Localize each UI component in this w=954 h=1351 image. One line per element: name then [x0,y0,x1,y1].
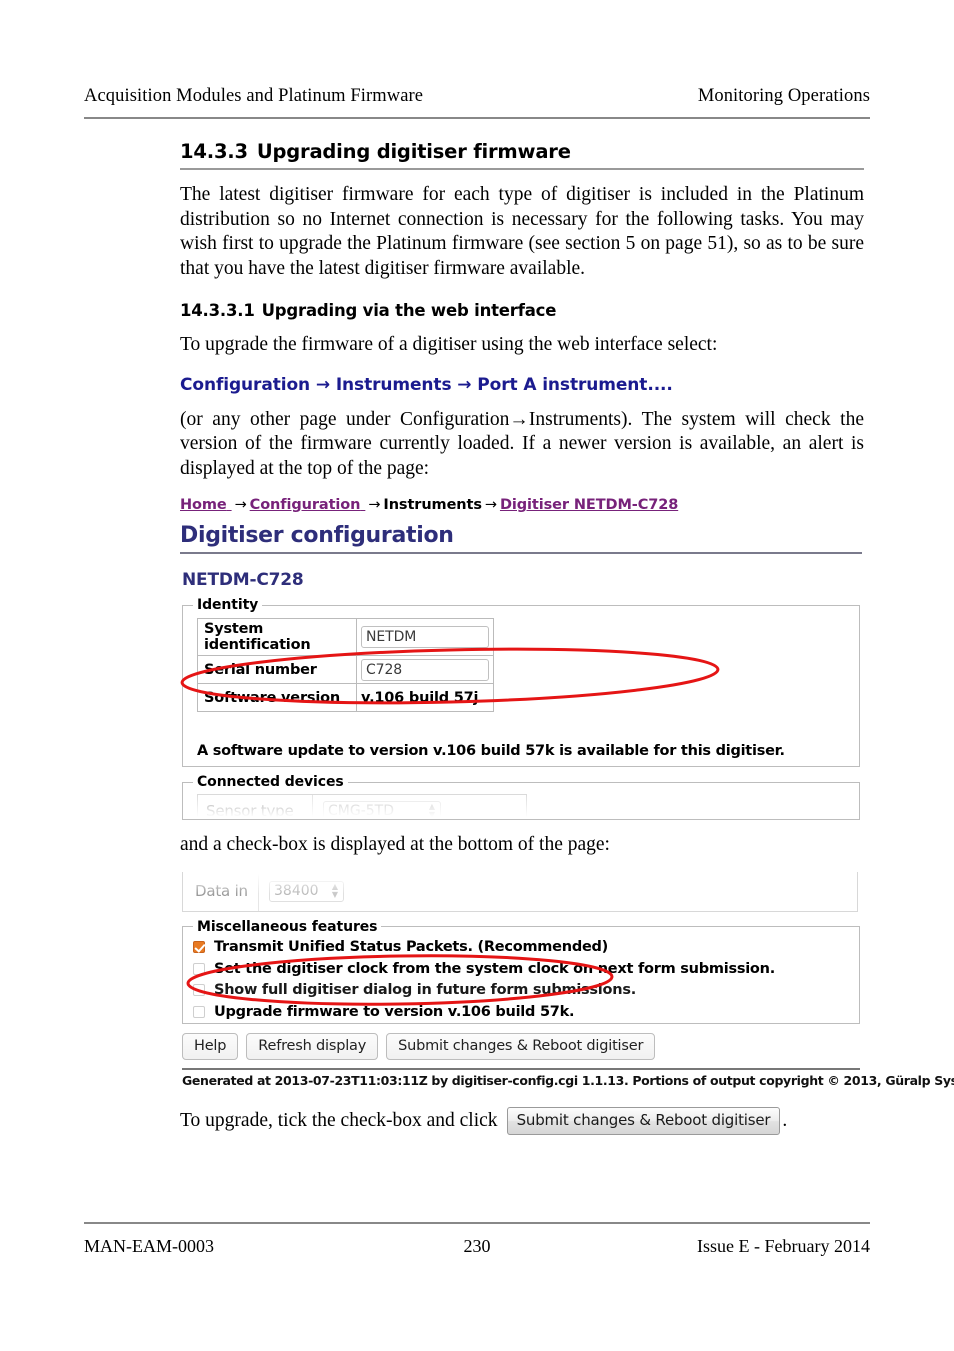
list-item[interactable]: Transmit Unified Status Packets. (Recomm… [193,937,859,959]
page-header-left: Acquisition Modules and Platinum Firmwar… [84,86,424,106]
list-item[interactable]: Set the digitiser clock from the system … [193,958,859,980]
section-intro-paragraph: The latest digitiser firmware for each t… [180,184,864,279]
system-identification-input[interactable]: NETDM [361,626,489,648]
breadcrumb: Home → Configuration → Instruments → Digitis… [180,497,864,513]
page-header: Acquisition Modules and Platinum Firmwar… [84,86,870,107]
section-heading: 14.3.3 Upgrading digitiser firmware [180,140,864,170]
page-content: 14.3.3 Upgrading digitiser firmware The l… [180,140,954,1135]
checkbox-label: Upgrade firmware to version v.106 build … [214,1003,575,1020]
identity-fieldset: Identity System identification NETDM Ser… [182,597,860,767]
table-row: Software version v.106 build 57j [197,683,494,712]
final-paragraph-text-before: To upgrade, tick the check-box and click [180,1109,498,1131]
misc-features-legend: Miscellaneous features [197,918,378,935]
section-number: 14.3.3 [180,140,248,163]
breadcrumb-link-digitiser[interactable]: Digitiser NETDM-C728 [500,497,678,513]
sensor-type-select[interactable]: CMG-5TD ▲ ▼ [323,800,441,819]
checkbox-label: Show full digitiser dialog in future for… [214,982,636,999]
spinner-icon: ▲ ▼ [428,801,436,819]
checkbox-show-full-dialog[interactable] [193,984,205,997]
misc-features-fieldset: Miscellaneous features Transmit Unified … [182,918,860,1024]
subsection-number: 14.3.3.1 [180,301,255,320]
sensor-type-label: Sensor type [198,795,313,819]
spinner-icon: ▲ ▼ [331,882,339,899]
subsection-heading: 14.3.3.1 Upgrading via the web interface [180,301,864,320]
data-in-row: Data in 38400 ▲ ▼ [182,871,858,912]
checkbox-label: Set the digitiser clock from the system … [214,960,775,977]
identity-legend: Identity [197,597,259,613]
connected-devices-legend: Connected devices [197,774,344,790]
subsection-after-paragraph: (or any other page under Configuration→I… [180,408,864,479]
misc-features-checkbox-list: Transmit Unified Status Packets. (Recomm… [193,937,859,1023]
checkbox-set-digitiser-clock[interactable] [193,962,205,975]
checkbox-upgrade-firmware[interactable] [193,1005,205,1018]
generated-line: Generated at 2013-07-23T11:03:11Z by dig… [182,1072,954,1088]
subsection-lead-paragraph: To upgrade the firmware of a digitiser u… [180,334,718,355]
submit-changes-reboot-button[interactable]: Submit changes & Reboot digitiser [386,1032,656,1060]
form-button-row: Help Refresh display Submit changes & Re… [182,1032,864,1060]
list-item[interactable]: Upgrade firmware to version v.106 build … [193,1001,859,1023]
identity-value-cell: C728 [356,655,494,684]
sensor-type-value: CMG-5TD [328,802,394,819]
identity-label-system-identification: System identification [197,618,357,656]
navigation-path: Configuration → Instruments → Port A ins… [180,374,673,395]
identity-value-cell: v.106 build 57j [356,683,494,712]
section-title: Upgrading digitiser firmware [256,140,571,163]
software-update-alert: A software update to version v.106 build… [197,743,785,759]
page-footer-rule [84,1222,870,1224]
page-header-rule [84,117,870,119]
breadcrumb-item-instruments: Instruments [383,497,482,513]
serial-number-input[interactable]: C728 [361,658,489,681]
subsection-title: Upgrading via the web interface [261,301,557,320]
list-item[interactable]: Show full digitiser dialog in future for… [193,980,859,1002]
software-version-value: v.106 build 57j [361,689,479,706]
page-header-right: Monitoring Operations [697,86,870,106]
identity-table: System identification NETDM Serial numbe… [197,618,494,712]
table-row: Serial number C728 [197,655,494,684]
table-row: System identification NETDM [197,618,494,656]
inline-submit-button[interactable]: Submit changes & Reboot digitiser [506,1106,781,1135]
data-in-value: 38400 [274,883,319,899]
final-paragraph-text-after: . [782,1109,788,1131]
identity-label-software-version: Software version [197,683,357,712]
breadcrumb-link-home[interactable]: Home [180,497,227,513]
issue-date: Issue E - February 2014 [697,1236,870,1256]
identity-value-cell: NETDM [356,618,494,656]
screenshot-digitiser-config-top: Home → Configuration → Instruments → Digitis… [180,497,864,820]
webpage-title: Digitiser configuration [180,523,862,554]
breadcrumb-link-configuration[interactable]: Configuration [250,497,361,513]
breadcrumb-separator: → [234,497,247,513]
breadcrumb-separator: → [484,497,497,513]
help-button[interactable]: Help [182,1032,239,1060]
webpage-model-heading: NETDM-C728 [182,570,304,590]
refresh-display-button[interactable]: Refresh display [246,1032,379,1060]
connected-devices-fieldset: Connected devices Sensor type CMG-5TD ▲ ▼ [182,774,860,820]
checkbox-label: Transmit Unified Status Packets. (Recomm… [214,939,609,956]
subsection-mid-paragraph: and a check-box is displayed at the bott… [180,834,610,855]
identity-label-serial-number: Serial number [197,655,357,684]
screenshot-digitiser-config-bottom: Data in 38400 ▲ ▼ Miscellaneous features … [180,871,954,1088]
breadcrumb-separator: → [368,497,381,513]
data-in-select[interactable]: 38400 ▲ ▼ [269,880,344,902]
final-paragraph: To upgrade, tick the check-box and click… [180,1106,864,1135]
checkbox-transmit-status-packets[interactable] [193,941,205,954]
data-in-label: Data in [183,871,259,911]
generated-line-rule [182,1067,860,1070]
sensor-type-row: Sensor type CMG-5TD ▲ ▼ [197,794,527,819]
